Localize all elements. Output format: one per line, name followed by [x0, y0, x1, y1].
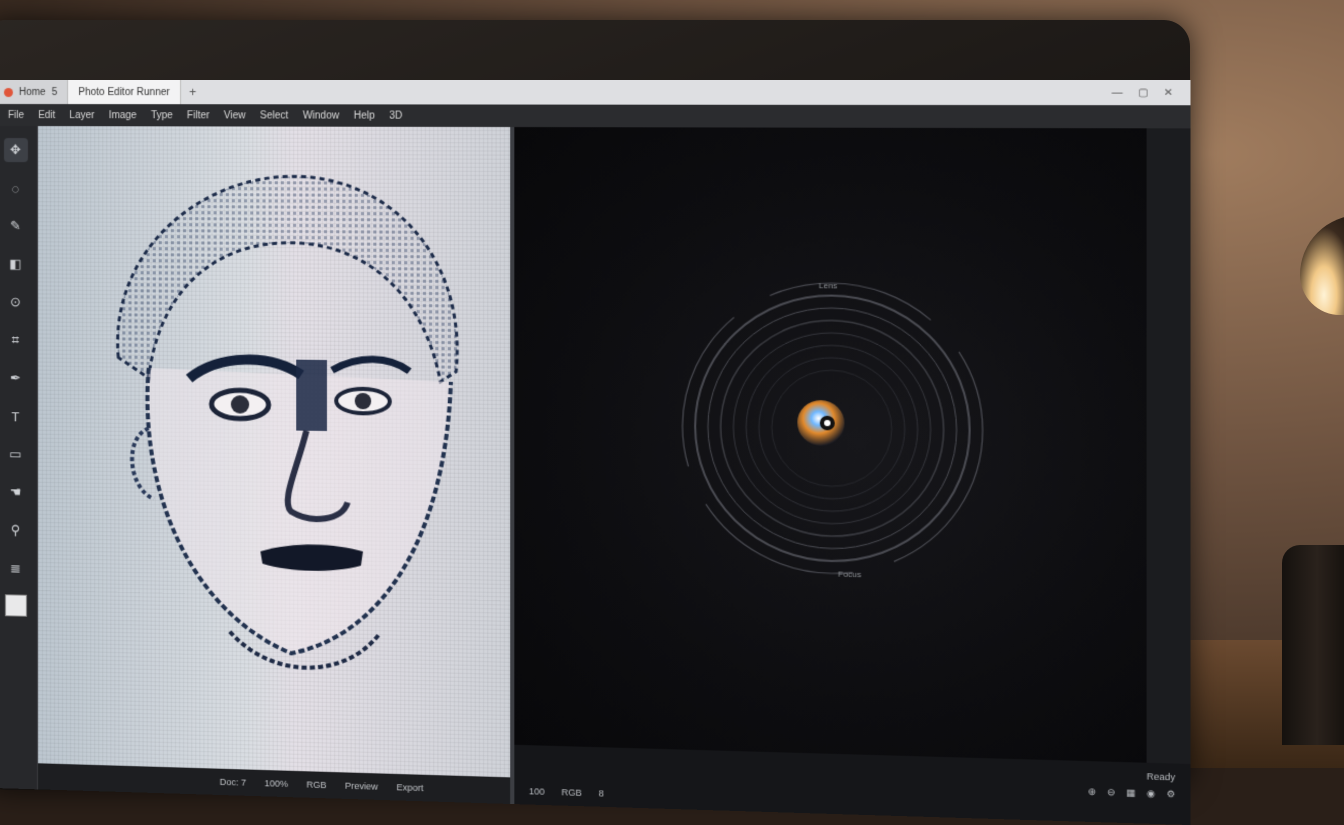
text-icon: T: [11, 409, 19, 424]
menu-item-filter[interactable]: Filter: [187, 110, 210, 121]
camera-icon[interactable]: ◉: [1147, 788, 1156, 800]
minimize-button[interactable]: —: [1112, 87, 1123, 99]
menu-item-view[interactable]: View: [224, 110, 246, 121]
grid-icon[interactable]: ▦: [1126, 787, 1135, 799]
eraser-icon: ◧: [9, 256, 21, 272]
stamp-tool[interactable]: ⊙: [3, 290, 27, 314]
menu-item-select[interactable]: Select: [260, 110, 288, 121]
maximize-button[interactable]: ▢: [1138, 87, 1148, 99]
window-controls: — ▢ ✕: [1112, 87, 1191, 99]
status-export[interactable]: Export: [397, 782, 424, 793]
menu-item-image[interactable]: Image: [109, 110, 137, 121]
brush-icon: ✎: [10, 218, 21, 234]
status-mode: RGB: [307, 779, 327, 790]
zoom-out-icon[interactable]: ⊖: [1107, 787, 1115, 799]
lens-graphic: [514, 127, 1146, 763]
tab-extra: 5: [52, 87, 58, 98]
pen-tool[interactable]: ✒: [3, 366, 27, 390]
stamp-icon: ⊙: [10, 294, 21, 310]
eraser-tool[interactable]: ◧: [3, 252, 27, 276]
lasso-tool[interactable]: ◌: [3, 176, 27, 200]
tab-photo-editor[interactable]: Photo Editor Runner: [68, 80, 181, 104]
menu-item-window[interactable]: Window: [303, 110, 340, 121]
hand-icon: ☚: [10, 484, 22, 500]
app-logo-icon: [4, 88, 13, 97]
viewport-status-left: 100 RGB 8: [529, 786, 604, 799]
close-button[interactable]: ✕: [1164, 87, 1173, 99]
lens-bottom-label: Focus: [838, 569, 861, 579]
layers-icon: ≣: [10, 560, 21, 576]
menu-bar: File Edit Layer Image Type Filter View S…: [0, 104, 1191, 128]
shape-tool[interactable]: ▭: [3, 442, 27, 466]
image-canvas[interactable]: [38, 126, 510, 777]
lens-top-label: Lens: [819, 281, 838, 290]
viewport-mode: RGB: [561, 787, 581, 798]
menu-item-edit[interactable]: Edit: [38, 110, 55, 121]
move-tool[interactable]: ✥: [3, 138, 27, 162]
lasso-icon: ◌: [12, 181, 20, 196]
crop-tool[interactable]: ⌗: [3, 328, 27, 352]
zoom-icon: ⚲: [11, 522, 21, 538]
menu-item-layer[interactable]: Layer: [69, 110, 94, 121]
preview-viewport[interactable]: Lens Focus: [514, 127, 1146, 763]
pen-icon: ✒: [10, 370, 21, 386]
text-tool[interactable]: T: [3, 404, 27, 428]
viewport-ready-text: Ready: [1147, 771, 1176, 782]
tab-label: Home: [19, 87, 46, 98]
menu-item-3d[interactable]: 3D: [389, 110, 402, 121]
status-doc: Doc: 7: [220, 777, 246, 788]
viewport-status-right: Ready ⊕ ⊖ ▦ ◉ ⚙: [1088, 769, 1175, 800]
speaker: [1282, 545, 1344, 745]
layers-tool[interactable]: ≣: [3, 556, 27, 581]
new-tab-button[interactable]: +: [181, 85, 204, 99]
settings-icon[interactable]: ⚙: [1166, 789, 1175, 801]
tab-label: Photo Editor Runner: [78, 87, 169, 98]
viewport-icon-group: ⊕ ⊖ ▦ ◉ ⚙: [1088, 786, 1175, 800]
tool-panel: ✥ ◌ ✎ ◧ ⊙ ⌗ ✒ T ▭ ☚ ⚲ ≣: [0, 126, 38, 789]
monitor-bezel: Home 5 Photo Editor Runner + — ▢ ✕ File …: [0, 20, 1190, 790]
brush-tool[interactable]: ✎: [3, 214, 27, 238]
viewport-bits: 8: [599, 788, 604, 798]
zoom-tool[interactable]: ⚲: [3, 518, 27, 542]
status-preview[interactable]: Preview: [345, 781, 378, 792]
menu-item-type[interactable]: Type: [151, 110, 173, 121]
zoom-in-icon[interactable]: ⊕: [1088, 786, 1096, 798]
crop-icon: ⌗: [12, 332, 19, 348]
viewport-zoom[interactable]: 100: [529, 786, 545, 797]
tab-home[interactable]: Home 5: [0, 80, 68, 104]
menu-item-file[interactable]: File: [8, 110, 24, 121]
color-swatch[interactable]: [4, 594, 26, 617]
monitor-screen: Home 5 Photo Editor Runner + — ▢ ✕ File …: [0, 80, 1191, 825]
status-zoom[interactable]: 100%: [265, 778, 289, 789]
right-side-panel: [1147, 128, 1191, 825]
menu-item-help[interactable]: Help: [354, 110, 375, 121]
move-icon: ✥: [10, 142, 21, 158]
hand-tool[interactable]: ☚: [3, 480, 27, 504]
face-artwork: [38, 126, 510, 777]
title-bar: Home 5 Photo Editor Runner + — ▢ ✕: [0, 80, 1191, 105]
shape-icon: ▭: [9, 446, 21, 462]
